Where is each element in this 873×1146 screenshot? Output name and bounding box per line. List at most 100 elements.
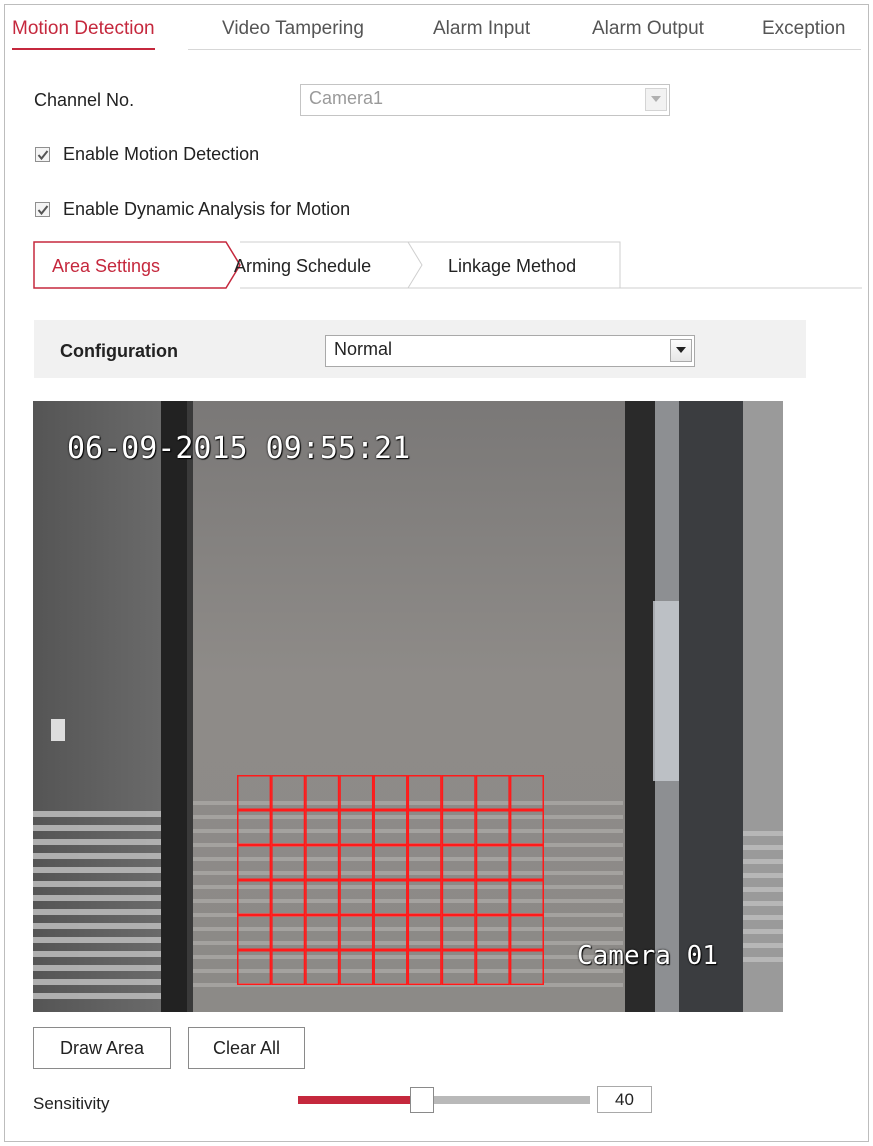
- clear-all-button[interactable]: Clear All: [188, 1027, 305, 1069]
- grid-cell[interactable]: [271, 775, 306, 810]
- grid-cell[interactable]: [271, 810, 306, 845]
- checkmark-icon: [37, 205, 49, 216]
- grid-cell[interactable]: [509, 880, 545, 915]
- grid-cell[interactable]: [237, 775, 272, 810]
- grid-cell[interactable]: [475, 810, 510, 845]
- chevron-down-icon: [676, 347, 686, 353]
- grid-cell[interactable]: [441, 845, 476, 880]
- grid-cell[interactable]: [475, 775, 510, 810]
- grid-cell[interactable]: [509, 845, 545, 880]
- detection-area-grid[interactable]: [237, 775, 545, 985]
- grid-cell[interactable]: [407, 810, 442, 845]
- grid-cell[interactable]: [305, 810, 340, 845]
- grid-cell[interactable]: [339, 775, 374, 810]
- grid-cell[interactable]: [373, 950, 408, 985]
- grid-cell[interactable]: [373, 880, 408, 915]
- grid-cell[interactable]: [305, 775, 340, 810]
- tab-arming-schedule-label: Arming Schedule: [234, 256, 372, 276]
- grid-cell[interactable]: [441, 880, 476, 915]
- grid-cell[interactable]: [475, 845, 510, 880]
- grid-cell[interactable]: [373, 775, 408, 810]
- sub-tab-bar: Area Settings Arming Schedule Linkage Me…: [30, 240, 862, 290]
- grid-cell[interactable]: [441, 915, 476, 950]
- grid-cell[interactable]: [475, 950, 510, 985]
- grid-cell[interactable]: [407, 775, 442, 810]
- chevron-down-icon: [651, 96, 661, 102]
- channel-dropdown-button[interactable]: [645, 88, 667, 111]
- tab-alarm-input[interactable]: Alarm Input: [433, 18, 530, 40]
- configuration-dropdown-button[interactable]: [670, 339, 692, 362]
- draw-area-button[interactable]: Draw Area: [33, 1027, 171, 1069]
- tab-linkage-method[interactable]: Linkage Method: [422, 240, 620, 290]
- grid-cell[interactable]: [305, 950, 340, 985]
- tab-motion-detection-label: Motion Detection: [12, 18, 155, 39]
- grid-cell[interactable]: [441, 775, 476, 810]
- grid-cell[interactable]: [509, 775, 545, 810]
- grid-cell[interactable]: [271, 915, 306, 950]
- grid-cell[interactable]: [339, 845, 374, 880]
- configuration-select[interactable]: Normal: [325, 335, 695, 367]
- grid-cell[interactable]: [271, 880, 306, 915]
- tab-video-tampering-label: Video Tampering: [222, 18, 364, 39]
- tab-linkage-method-label: Linkage Method: [448, 256, 577, 276]
- configuration-select-value: Normal: [334, 339, 393, 359]
- tab-area-settings[interactable]: Area Settings: [34, 240, 240, 290]
- grid-cell[interactable]: [237, 810, 272, 845]
- grid-cell[interactable]: [305, 845, 340, 880]
- enable-motion-label: Enable Motion Detection: [63, 144, 260, 164]
- sensitivity-value-field[interactable]: 40: [597, 1086, 652, 1113]
- grid-cell[interactable]: [305, 880, 340, 915]
- grid-cell[interactable]: [339, 810, 374, 845]
- channel-select-value: Camera1: [309, 88, 384, 108]
- grid-cell[interactable]: [509, 915, 545, 950]
- live-video-view[interactable]: 06-09-2015 09:55:21 Camera 01: [33, 401, 783, 1012]
- channel-label: Channel No.: [34, 90, 135, 110]
- grid-cell[interactable]: [475, 915, 510, 950]
- grid-cell[interactable]: [407, 880, 442, 915]
- grid-cell[interactable]: [339, 950, 374, 985]
- motion-detection-grid[interactable]: [237, 775, 545, 985]
- grid-cell[interactable]: [237, 915, 272, 950]
- grid-cell[interactable]: [237, 880, 272, 915]
- grid-cell[interactable]: [509, 810, 545, 845]
- tab-exception[interactable]: Exception: [762, 18, 845, 40]
- grid-cell[interactable]: [237, 950, 272, 985]
- grid-cell[interactable]: [339, 880, 374, 915]
- grid-cell[interactable]: [407, 845, 442, 880]
- grid-cell[interactable]: [441, 810, 476, 845]
- grid-cell[interactable]: [407, 915, 442, 950]
- tab-area-settings-label: Area Settings: [52, 256, 161, 276]
- enable-dynamic-label: Enable Dynamic Analysis for Motion: [63, 199, 351, 219]
- grid-cell[interactable]: [475, 880, 510, 915]
- grid-cell[interactable]: [339, 915, 374, 950]
- grid-cell[interactable]: [237, 845, 272, 880]
- grid-cell[interactable]: [441, 950, 476, 985]
- tab-video-tampering[interactable]: Video Tampering: [222, 18, 364, 40]
- tab-arming-schedule[interactable]: Arming Schedule: [234, 240, 420, 290]
- grid-cell[interactable]: [271, 950, 306, 985]
- grid-cell[interactable]: [305, 915, 340, 950]
- checkmark-icon: [37, 150, 49, 161]
- tab-alarm-output[interactable]: Alarm Output: [592, 18, 704, 40]
- tab-exception-label: Exception: [762, 18, 846, 39]
- osd-camera-name: Camera 01: [577, 941, 718, 971]
- tab-motion-detection[interactable]: Motion Detection: [12, 18, 155, 50]
- sensitivity-slider-handle[interactable]: [410, 1087, 434, 1113]
- grid-cell[interactable]: [271, 845, 306, 880]
- enable-dynamic-checkbox[interactable]: [35, 202, 50, 217]
- active-tab-underline: [12, 48, 155, 50]
- grid-cell[interactable]: [509, 950, 545, 985]
- channel-select[interactable]: Camera1: [300, 84, 670, 116]
- grid-cell[interactable]: [407, 950, 442, 985]
- tab-alarm-output-label: Alarm Output: [592, 18, 704, 39]
- osd-timestamp: 06-09-2015 09:55:21: [67, 431, 411, 466]
- top-tab-bar: Motion Detection Video Tampering Alarm I…: [12, 18, 861, 52]
- grid-cell[interactable]: [373, 810, 408, 845]
- enable-motion-checkbox[interactable]: [35, 147, 50, 162]
- sensitivity-slider-fill[interactable]: [298, 1096, 415, 1104]
- grid-cell[interactable]: [373, 915, 408, 950]
- configuration-label: Configuration: [60, 341, 178, 361]
- grid-cell[interactable]: [373, 845, 408, 880]
- sensitivity-slider-track[interactable]: [415, 1096, 590, 1104]
- tab-divider: [188, 49, 861, 50]
